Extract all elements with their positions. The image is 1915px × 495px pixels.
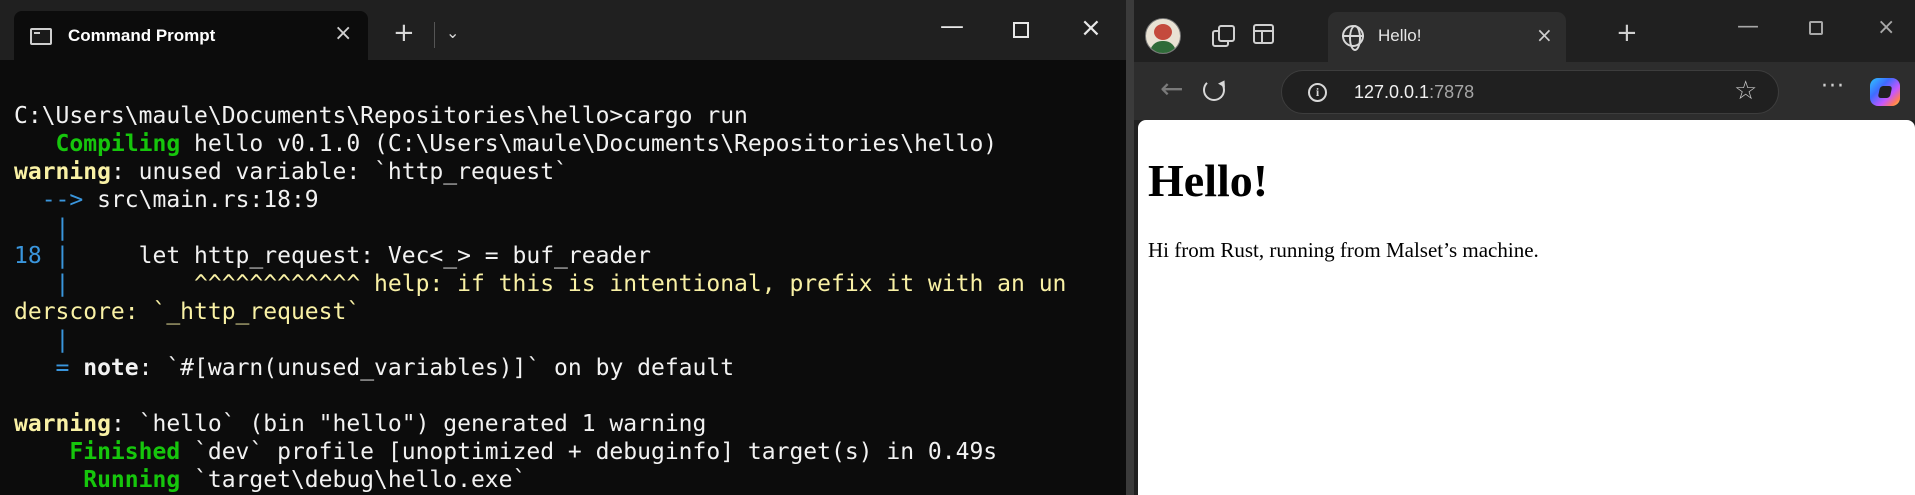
line-text: : `#[warn(unused_variables)]` on by defa… <box>138 355 735 381</box>
chevron-down-icon[interactable]: ⌄ <box>446 23 459 42</box>
close-tab-icon[interactable]: × <box>334 23 352 45</box>
address-bar[interactable]: i 127.0.0.1:7878 ☆ <box>1281 70 1779 114</box>
browser-window: Hello! × + — × ← i 127.0.0.1:7878 ☆ ··· … <box>1134 0 1915 495</box>
status-label: Finished <box>14 439 181 465</box>
window-divider <box>1126 0 1134 495</box>
terminal-line: derscore: `_http_request` <box>14 299 361 325</box>
line-text: `target\debug\hello.exe` <box>180 467 527 493</box>
new-tab-button[interactable]: + <box>393 20 415 46</box>
back-arrow-icon[interactable]: ← <box>1160 75 1183 103</box>
arrow-marker: --> <box>14 187 84 213</box>
line-text: src\main.rs:18:9 <box>83 187 319 213</box>
page-heading: Hello! <box>1148 155 1269 206</box>
vertical-tabs-icon[interactable] <box>1253 24 1274 44</box>
copilot-icon[interactable] <box>1870 78 1900 106</box>
browser-tab[interactable]: Hello! × <box>1328 12 1566 62</box>
terminal-line: | <box>14 327 70 353</box>
line-text: : unused variable: `http_request` <box>110 159 568 185</box>
browser-tab-title: Hello! <box>1378 26 1422 45</box>
favorite-star-icon[interactable]: ☆ <box>1734 78 1757 104</box>
terminal-line: 18 | let http_request: Vec<_> = buf_read… <box>14 242 1114 270</box>
terminal-line: | <box>14 215 70 241</box>
status-label: Running <box>14 467 181 493</box>
browser-tab-bar: Hello! × + — × <box>1134 0 1915 62</box>
url-text[interactable]: 127.0.0.1:7878 <box>1354 82 1474 103</box>
warning-label: warning <box>14 159 111 185</box>
terminal-line: Running `target\debug\hello.exe` <box>14 466 1114 494</box>
tab-separator <box>434 22 435 48</box>
maximize-button[interactable] <box>1013 22 1029 38</box>
profile-avatar[interactable] <box>1145 18 1181 54</box>
terminal-tab-title: Command Prompt <box>68 26 216 45</box>
minimize-button[interactable]: — <box>940 14 964 38</box>
gutter: = <box>14 355 70 381</box>
terminal-line: Finished `dev` profile [unoptimized + de… <box>14 438 1114 466</box>
terminal-tab[interactable]: Command Prompt × <box>14 11 368 60</box>
close-window-button[interactable]: × <box>1877 17 1895 39</box>
gutter: | <box>14 271 70 297</box>
terminal-line: | ^^^^^^^^^^^^ help: if this is intentio… <box>14 270 1114 298</box>
browser-toolbar: ← i 127.0.0.1:7878 ☆ ··· <box>1134 62 1915 120</box>
info-icon[interactable]: i <box>1308 83 1327 102</box>
terminal-line: = note: `#[warn(unused_variables)]` on b… <box>14 354 1114 382</box>
minimize-button[interactable]: — <box>1737 16 1759 38</box>
terminal-line: --> src\main.rs:18:9 <box>14 186 1114 214</box>
line-text: : `hello` (bin "hello") generated 1 warn… <box>110 411 707 437</box>
url-host: 127.0.0.1 <box>1354 82 1430 102</box>
page-content: Hello! Hi from Rust, running from Malset… <box>1138 120 1915 495</box>
globe-icon <box>1342 25 1364 51</box>
new-tab-button[interactable]: + <box>1616 20 1638 46</box>
warning-label: warning <box>14 411 111 437</box>
terminal-tab-bar: Command Prompt × + ⌄ — × <box>0 0 1126 60</box>
workspaces-icon[interactable] <box>1210 24 1235 47</box>
url-port: :7878 <box>1429 82 1475 102</box>
help-text: ^^^^^^^^^^^^ help: if this is intentiona… <box>69 271 1067 297</box>
terminal-line: warning: unused variable: `http_request` <box>14 158 1114 186</box>
code-line: let http_request: Vec<_> = buf_reader <box>69 243 651 269</box>
terminal-icon <box>30 28 52 45</box>
line-text: `dev` profile [unoptimized + debuginfo] … <box>180 439 998 465</box>
maximize-button[interactable] <box>1809 21 1823 35</box>
status-label: Compiling <box>14 131 181 157</box>
terminal-line: C:\Users\maule\Documents\Repositories\he… <box>14 103 748 129</box>
line-number: 18 | <box>14 243 70 269</box>
terminal-line: warning: `hello` (bin "hello") generated… <box>14 410 1114 438</box>
reload-icon[interactable] <box>1203 79 1225 101</box>
terminal-line: Compiling hello v0.1.0 (C:\Users\maule\D… <box>14 130 1114 158</box>
note-label: note <box>69 355 139 381</box>
terminal-output[interactable]: C:\Users\maule\Documents\Repositories\he… <box>14 102 1114 494</box>
page-paragraph: Hi from Rust, running from Malset’s mach… <box>1148 238 1539 262</box>
more-options-icon[interactable]: ··· <box>1821 74 1845 99</box>
terminal-window: Command Prompt × + ⌄ — × C:\Users\maule\… <box>0 0 1126 495</box>
close-tab-icon[interactable]: × <box>1536 25 1553 45</box>
close-window-button[interactable]: × <box>1080 15 1102 41</box>
line-text: hello v0.1.0 (C:\Users\maule\Documents\R… <box>180 131 998 157</box>
